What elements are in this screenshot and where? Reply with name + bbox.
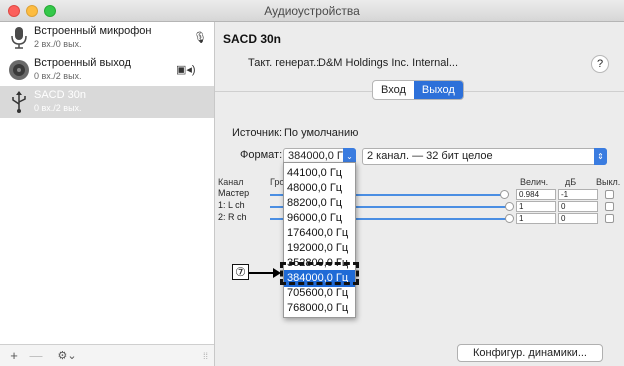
configure-speakers-button[interactable]: Конфигур. динамики... — [457, 344, 603, 362]
device-item-sacd[interactable]: SACD 30n 0 вх./2 вых. — [0, 86, 214, 118]
device-channels: 0 вх./2 вых. — [34, 71, 82, 81]
device-name: Встроенный выход — [34, 57, 131, 69]
device-item-builtin-output[interactable]: Встроенный выход 0 вх./2 вых. ▣◂) — [0, 54, 214, 86]
tab-input[interactable]: Вход — [373, 81, 414, 99]
channel-name: 2: R ch — [218, 212, 247, 222]
help-button[interactable]: ? — [591, 55, 609, 73]
speaker-icon — [9, 60, 29, 80]
source-value: По умолчанию — [284, 127, 359, 139]
channel-format-popup[interactable]: 2 канал. — 32 бит целое ⇕ — [362, 148, 607, 165]
volume-slider-knob[interactable] — [500, 190, 509, 199]
device-name: Встроенный микрофон — [34, 25, 152, 37]
device-channels: 0 вх./2 вых. — [34, 103, 82, 113]
channel-format-value: 2 канал. — 32 бит целое — [367, 150, 493, 162]
source-label: Источник: — [232, 127, 283, 139]
add-device-button[interactable]: + — [6, 347, 22, 365]
device-list: Встроенный микрофон 2 вх./0 вых. 🎙 Встро… — [0, 22, 215, 366]
column-header-mute: Выкл. — [596, 177, 621, 187]
clock-source-label: Такт. генерат.: — [248, 57, 320, 69]
volume-slider-knob[interactable] — [505, 214, 514, 223]
remove-device-button[interactable]: — — [28, 347, 44, 365]
channel-name: 1: L ch — [218, 200, 245, 210]
tab-output[interactable]: Выход — [413, 81, 463, 99]
gear-menu-button[interactable]: ⚙⌄ — [54, 347, 80, 365]
callout-arrow-head — [273, 268, 281, 278]
db-field[interactable]: -1 — [558, 189, 598, 200]
db-field[interactable]: 0 — [558, 201, 598, 212]
column-header-channel: Канал — [218, 177, 244, 187]
sample-rate-value: 384000,0 Гц — [288, 150, 350, 162]
mute-checkbox[interactable] — [605, 190, 614, 199]
column-header-value: Велич. — [520, 177, 549, 187]
selection-highlight-frame — [280, 262, 359, 285]
format-label: Формат: — [240, 149, 283, 161]
sidebar-toolbar: + — ⚙⌄ ⁞⁞ — [0, 344, 214, 366]
clock-source-value[interactable]: D&M Holdings Inc. Internal... — [318, 57, 458, 69]
microphone-icon — [11, 27, 27, 49]
usb-icon — [12, 91, 26, 113]
step-callout: ⑦ — [232, 264, 249, 280]
menu-item-sample-rate[interactable]: 768000,0 Гц — [284, 300, 355, 317]
window-title: Аудиоустройства — [264, 4, 360, 18]
device-channels: 2 вх./0 вых. — [34, 39, 82, 49]
column-header-db: дБ — [565, 177, 577, 187]
device-item-builtin-mic[interactable]: Встроенный микрофон 2 вх./0 вых. 🎙 — [0, 22, 214, 54]
value-field[interactable]: 0.984 — [516, 189, 556, 200]
display-speaker-icon: ▣◂) — [176, 64, 196, 76]
volume-slider-knob[interactable] — [505, 202, 514, 211]
resize-grip-icon[interactable]: ⁞⁞ — [203, 351, 208, 361]
mic-badge-icon: 🎙 — [193, 32, 207, 44]
db-field[interactable]: 0 — [558, 213, 598, 224]
io-segmented-control: Вход Выход — [372, 80, 464, 100]
value-field[interactable]: 1 — [516, 213, 556, 224]
sample-rate-menu: 44100,0 Гц 48000,0 Гц 88200,0 Гц 96000,0… — [283, 162, 356, 318]
title-bar: Аудиоустройства — [0, 0, 624, 22]
mute-checkbox[interactable] — [605, 202, 614, 211]
mute-checkbox[interactable] — [605, 214, 614, 223]
device-title: SACD 30n — [223, 32, 282, 46]
updown-chevron-icon: ⇕ — [594, 148, 607, 165]
channel-name: Мастер — [218, 188, 250, 198]
device-name: SACD 30n — [34, 89, 86, 101]
channel-table: Канал Гро Велич. дБ Выкл. Мастер 0.984 -… — [215, 177, 624, 237]
value-field[interactable]: 1 — [516, 201, 556, 212]
device-detail-panel: SACD 30n Такт. генерат.: D&M Holdings In… — [215, 22, 624, 366]
